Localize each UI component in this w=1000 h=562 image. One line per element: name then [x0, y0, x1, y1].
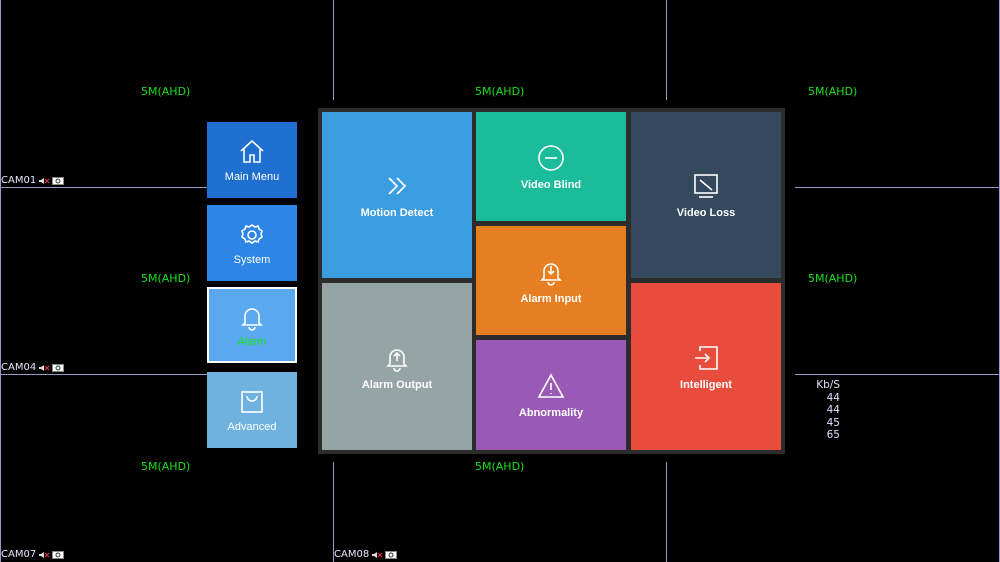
- tile-label: Alarm Input: [520, 292, 582, 305]
- camera-label: CAM07: [1, 549, 65, 560]
- camera-label: CAM04: [1, 362, 65, 373]
- record-icon: [52, 363, 65, 372]
- resolution-label: 5M(AHD): [475, 460, 525, 473]
- audio-mute-icon: [39, 364, 50, 371]
- tile-label: Abnormality: [518, 407, 584, 419]
- sidebar-item-label: System: [233, 254, 271, 266]
- bell-up-icon: [386, 348, 408, 372]
- gear-icon: [241, 224, 263, 244]
- sidebar-item-advanced[interactable]: Advanced: [207, 372, 297, 448]
- video-blind-tile[interactable]: Video Blind: [476, 112, 626, 221]
- record-icon: [52, 550, 65, 559]
- resolution-label: 5M(AHD): [141, 272, 191, 285]
- camera-name: CAM04: [1, 362, 37, 373]
- grid-divider: [666, 0, 667, 100]
- alarm-output-tile[interactable]: Alarm Output: [322, 283, 472, 450]
- warning-icon: [537, 373, 565, 398]
- sidebar-item-system[interactable]: System: [207, 205, 297, 281]
- grid-divider: [795, 187, 1000, 188]
- resolution-label: 5M(AHD): [141, 85, 191, 98]
- motion-detect-tile[interactable]: Motion Detect: [322, 112, 472, 278]
- camera-label: CAM08: [334, 549, 398, 560]
- resolution-label: 5M(AHD): [808, 272, 858, 285]
- resolution-label: 5M(AHD): [141, 460, 191, 473]
- intelligent-tile[interactable]: Intelligent: [631, 283, 781, 450]
- camera-name: CAM08: [334, 549, 370, 560]
- sidebar-item-label: Main Menu: [224, 171, 280, 183]
- bell-down-icon: [540, 262, 562, 286]
- grid-divider: [795, 374, 1000, 375]
- bag-icon: [241, 391, 263, 413]
- sidebar-item-label: Alarm: [237, 336, 267, 348]
- audio-mute-icon: [372, 551, 383, 558]
- chevrons-right-icon: [388, 177, 407, 195]
- enter-box-icon: [695, 345, 718, 370]
- audio-mute-icon: [39, 551, 50, 558]
- sidebar-item-label: Advanced: [227, 421, 277, 433]
- audio-mute-icon: [39, 177, 50, 184]
- bitrate-value: 45: [826, 416, 840, 429]
- grid-divider: [0, 0, 1, 562]
- record-icon: [385, 550, 398, 559]
- camera-label: CAM01: [1, 175, 65, 186]
- sidebar-item-alarm[interactable]: Alarm: [207, 287, 297, 363]
- tile-label: Video Blind: [520, 178, 582, 191]
- camera-name: CAM01: [1, 175, 37, 186]
- bell-icon: [241, 308, 263, 331]
- alarm-input-tile[interactable]: Alarm Input: [476, 226, 626, 335]
- tile-label: Video Loss: [676, 207, 736, 219]
- grid-divider: [0, 374, 207, 375]
- home-icon: [240, 139, 264, 163]
- bitrate-readout: Kb/S 44 44 45 65: [812, 379, 840, 442]
- tile-label: Alarm Output: [361, 378, 433, 391]
- bitrate-value: 65: [826, 429, 840, 441]
- tile-label: Intelligent: [680, 378, 732, 391]
- resolution-label: 5M(AHD): [475, 85, 525, 98]
- grid-divider: [333, 462, 334, 562]
- video-loss-tile[interactable]: Video Loss: [631, 112, 781, 278]
- grid-divider: [333, 0, 334, 100]
- bitrate-header: Kb/S: [816, 379, 840, 391]
- record-icon: [52, 176, 65, 185]
- no-signal-icon: [694, 174, 718, 198]
- grid-divider: [0, 187, 207, 188]
- alarm-menu-panel: Motion Detect Video Blind Video Loss Ala…: [318, 108, 785, 454]
- bitrate-value: 44: [826, 404, 840, 416]
- abnormality-tile[interactable]: Abnormality: [476, 340, 626, 450]
- resolution-label: 5M(AHD): [808, 85, 858, 98]
- tile-label: Motion Detect: [360, 207, 434, 219]
- grid-divider: [666, 462, 667, 562]
- camera-name: CAM07: [1, 549, 37, 560]
- bitrate-value: 44: [826, 391, 840, 404]
- sidebar-item-main-menu[interactable]: Main Menu: [207, 122, 297, 198]
- minus-circle-icon: [538, 144, 564, 171]
